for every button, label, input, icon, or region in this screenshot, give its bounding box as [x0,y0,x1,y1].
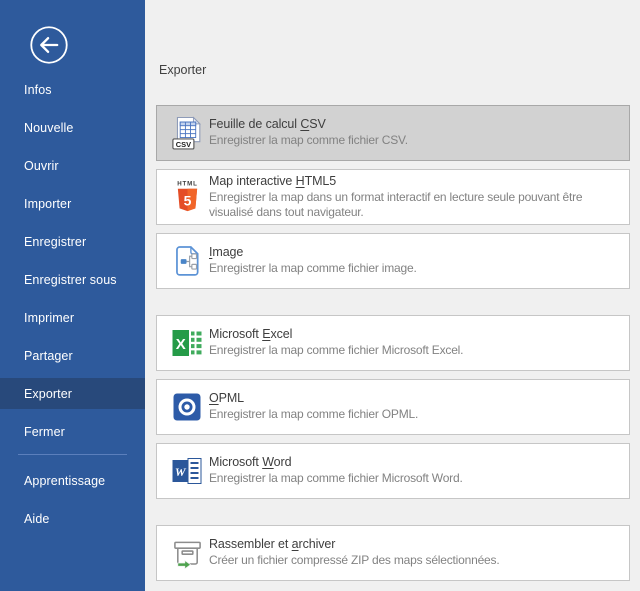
export-option-description: Enregistrer la map comme fichier image. [209,261,417,277]
svg-text:5: 5 [183,192,191,208]
export-panel: Exporter CSV Feuille de calcul CSV Enreg… [145,0,640,591]
csv-spreadsheet-icon: CSV [171,113,203,153]
sidebar-item-label: Partager [24,349,73,363]
sidebar-item-enregistrer[interactable]: Enregistrer [0,226,145,257]
microsoft-word-icon: W [171,451,203,491]
sidebar-item-label: Exporter [24,387,72,401]
sidebar: Infos Nouvelle Ouvrir Importer Enregistr… [0,0,145,591]
export-option-description: Enregistrer la map comme fichier Microso… [209,471,463,487]
pack-and-go-archive-icon [171,533,203,573]
sidebar-item-label: Fermer [24,425,65,439]
sidebar-item-nouvelle[interactable]: Nouvelle [0,112,145,143]
sidebar-item-fermer[interactable]: Fermer [0,416,145,447]
export-option-html5[interactable]: HTML 5 Map interactive HTML5 Enregistrer… [156,169,630,225]
sidebar-item-imprimer[interactable]: Imprimer [0,302,145,333]
sidebar-item-label: Nouvelle [24,121,73,135]
image-map-document-icon [171,241,203,281]
export-option-excel[interactable]: X Microsoft Excel Enregistrer la map com… [156,315,630,371]
sidebar-item-label: Importer [24,197,71,211]
sidebar-item-label: Aide [24,512,49,526]
back-button[interactable] [29,25,69,65]
export-option-title: OPML [209,391,418,405]
sidebar-item-label: Apprentissage [24,474,105,488]
sidebar-item-importer[interactable]: Importer [0,188,145,219]
export-option-description: Enregistrer la map comme fichier Microso… [209,343,463,359]
svg-text:CSV: CSV [175,140,190,149]
export-option-title: Image [209,245,417,259]
sidebar-item-ouvrir[interactable]: Ouvrir [0,150,145,181]
opml-target-icon [171,387,203,427]
back-arrow-icon [29,25,69,65]
svg-text:HTML: HTML [177,181,198,188]
export-option-title: Microsoft Word [209,455,463,469]
export-option-image[interactable]: Image Enregistrer la map comme fichier i… [156,233,630,289]
sidebar-item-exporter[interactable]: Exporter [0,378,145,409]
sidebar-item-label: Enregistrer [24,235,86,249]
sidebar-divider [18,454,127,455]
sidebar-item-apprentissage[interactable]: Apprentissage [0,465,145,496]
export-option-description: Créer un fichier compressé ZIP des maps … [209,553,499,569]
html5-icon: HTML 5 [171,177,203,217]
export-option-title: Rassembler et archiver [209,537,499,551]
export-option-description: Enregistrer la map dans un format intera… [209,190,621,221]
export-option-archive[interactable]: Rassembler et archiver Créer un fichier … [156,525,630,581]
page-title: Exporter [159,63,630,78]
sidebar-item-label: Infos [24,83,52,97]
export-options-list: CSV Feuille de calcul CSV Enregistrer la… [156,105,630,581]
export-option-opml[interactable]: OPML Enregistrer la map comme fichier OP… [156,379,630,435]
export-option-description: Enregistrer la map comme fichier CSV. [209,133,408,149]
sidebar-item-partager[interactable]: Partager [0,340,145,371]
svg-text:X: X [176,336,186,353]
export-option-description: Enregistrer la map comme fichier OPML. [209,407,418,423]
microsoft-excel-icon: X [171,323,203,363]
sidebar-item-label: Enregistrer sous [24,273,117,287]
sidebar-item-aide[interactable]: Aide [0,503,145,534]
sidebar-item-label: Imprimer [24,311,74,325]
export-option-word[interactable]: W Microsoft Word Enregistrer la map comm… [156,443,630,499]
sidebar-item-enregistrer-sous[interactable]: Enregistrer sous [0,264,145,295]
export-option-title: Feuille de calcul CSV [209,117,408,131]
export-option-title: Map interactive HTML5 [209,174,621,188]
sidebar-nav: Infos Nouvelle Ouvrir Importer Enregistr… [0,74,145,534]
sidebar-item-label: Ouvrir [24,159,59,173]
svg-text:W: W [175,465,187,479]
export-option-csv[interactable]: CSV Feuille de calcul CSV Enregistrer la… [156,105,630,161]
sidebar-item-infos[interactable]: Infos [0,74,145,105]
export-option-title: Microsoft Excel [209,327,463,341]
